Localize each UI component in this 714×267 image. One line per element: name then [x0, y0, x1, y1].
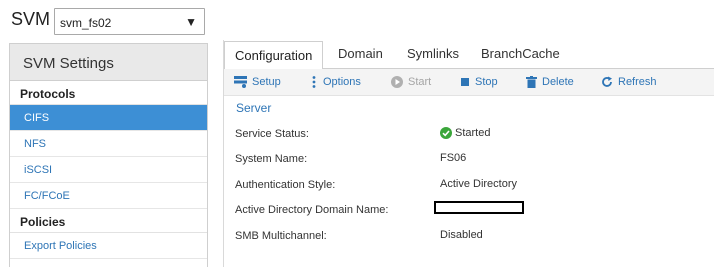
options-button[interactable]: Options — [310, 76, 361, 88]
sidebar-item-export-policies[interactable]: Export Policies — [10, 233, 207, 259]
tab-symlinks[interactable]: Symlinks — [407, 46, 459, 61]
chevron-down-icon: ▼ — [185, 15, 197, 29]
refresh-button[interactable]: Refresh — [601, 76, 657, 88]
server-section-title: Server — [236, 101, 272, 115]
authentication-style-value: Active Directory — [440, 178, 518, 190]
stop-icon — [461, 78, 469, 86]
refresh-label: Refresh — [618, 76, 657, 88]
options-label: Options — [323, 76, 361, 88]
delete-button[interactable]: Delete — [526, 76, 574, 88]
sidebar-item-nfs[interactable]: NFS — [10, 131, 207, 157]
tab-bar: Configuration Domain Symlinks BranchCach… — [224, 40, 714, 70]
play-icon — [391, 76, 403, 88]
ad-domain-name-label: Active Directory Domain Name: — [235, 204, 389, 216]
service-status-label: Service Status: — [235, 128, 309, 140]
main-panel: Configuration Domain Symlinks BranchCach… — [223, 40, 714, 267]
ad-domain-name-value — [434, 201, 524, 214]
trash-icon — [526, 76, 537, 88]
smb-multichannel-value: Disabled — [440, 229, 483, 241]
system-name-value: FS06 — [440, 152, 467, 164]
tab-domain[interactable]: Domain — [338, 46, 383, 61]
sidebar-item-cifs[interactable]: CIFS — [10, 105, 207, 131]
svm-dropdown[interactable]: svm_fs02 ▼ — [54, 8, 205, 35]
redacted-box — [434, 201, 524, 214]
start-button[interactable]: Start — [391, 76, 431, 88]
sidebar-item-fc-fcoe[interactable]: FC/FCoE — [10, 183, 207, 209]
sidebar-title: SVM Settings — [10, 44, 207, 81]
setup-button[interactable]: Setup — [234, 76, 281, 88]
service-status-text: Started — [455, 127, 491, 139]
check-circle-icon — [440, 127, 452, 139]
setup-icon — [234, 76, 247, 88]
tab-branchcache[interactable]: BranchCache — [481, 46, 560, 61]
svm-dropdown-value: svm_fs02 — [60, 16, 112, 30]
kebab-menu-icon — [312, 76, 316, 88]
sidebar-section-policies: Policies — [10, 209, 207, 233]
delete-label: Delete — [542, 76, 574, 88]
authentication-style-label: Authentication Style: — [235, 179, 336, 191]
stop-button[interactable]: Stop — [460, 76, 498, 88]
setup-label: Setup — [252, 76, 281, 88]
tab-configuration[interactable]: Configuration — [224, 41, 324, 70]
svm-settings-sidebar: SVM Settings Protocols CIFS NFS iSCSI FC… — [9, 43, 208, 267]
service-status-value: Started — [440, 127, 490, 139]
toolbar: Setup Options Start Stop Delete Refresh — [224, 69, 714, 96]
system-name-label: System Name: — [235, 153, 308, 165]
sidebar-item-iscsi[interactable]: iSCSI — [10, 157, 207, 183]
smb-multichannel-label: SMB Multichannel: — [235, 230, 327, 242]
start-label: Start — [408, 76, 432, 88]
sidebar-section-protocols: Protocols — [10, 81, 207, 105]
stop-label: Stop — [475, 76, 498, 88]
svm-label: SVM — [11, 9, 51, 29]
refresh-icon — [602, 76, 612, 87]
